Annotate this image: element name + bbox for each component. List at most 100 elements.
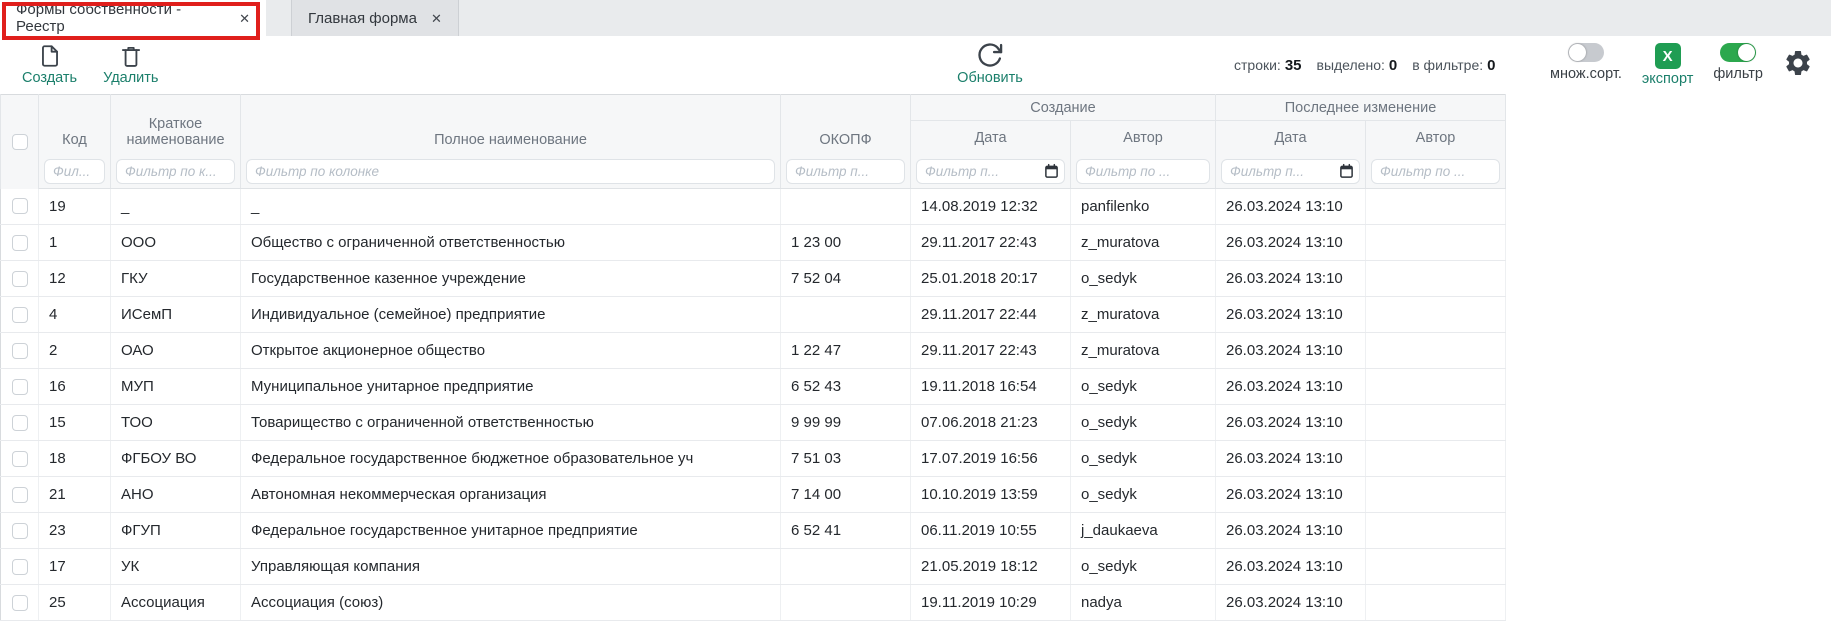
tab-main-form[interactable]: Главная форма ✕ [291,0,459,36]
new-document-icon [37,43,63,69]
cell-creation-date: 25.01.2018 20:17 [911,261,1071,297]
delete-button-label: Удалить [103,71,158,86]
tab-close-icon[interactable]: ✕ [239,12,250,25]
cell-modified-date: 26.03.2024 13:10 [1216,225,1366,261]
row-checkbox[interactable] [12,343,28,359]
cell-creation-date: 19.11.2018 16:54 [911,369,1071,405]
table-row[interactable]: 19 _ _ 14.08.2019 12:32 panfilenko 26.03… [1,189,1506,225]
table-row[interactable]: 21 АНО Автономная некоммерческая организ… [1,477,1506,513]
filter-input-code[interactable] [44,159,105,184]
cell-creation-author: o_sedyk [1071,549,1216,585]
cell-modified-author [1366,369,1506,405]
export-button[interactable]: X экспорт [1642,43,1693,87]
create-button[interactable]: Создать [22,43,77,86]
cell-code: 12 [39,261,111,297]
table-row[interactable]: 25 Ассоциация Ассоциация (союз) 19.11.20… [1,585,1506,621]
select-all-checkbox[interactable] [12,134,28,150]
filter-toggle[interactable]: фильтр [1713,43,1763,82]
filter-label: фильтр [1713,67,1763,82]
column-header-code[interactable]: Код [39,95,111,155]
column-header-creation-date[interactable]: Дата [911,121,1071,155]
row-checkbox[interactable] [12,559,28,575]
refresh-icon [976,41,1004,69]
row-checkbox[interactable] [12,595,28,611]
cell-modified-author [1366,261,1506,297]
cell-creation-date: 19.11.2019 10:29 [911,585,1071,621]
table-row[interactable]: 17 УК Управляющая компания 21.05.2019 18… [1,549,1506,585]
row-checkbox[interactable] [12,379,28,395]
row-checkbox[interactable] [12,415,28,431]
cell-okopf: 6 52 41 [781,513,911,549]
cell-full-name: Товарищество с ограниченной ответственно… [241,405,781,441]
tab-close-icon[interactable]: ✕ [431,12,442,25]
cell-code: 25 [39,585,111,621]
table-row[interactable]: 4 ИСемП Индивидуальное (семейное) предпр… [1,297,1506,333]
cell-creation-author: panfilenko [1071,189,1216,225]
row-checkbox[interactable] [12,235,28,251]
cell-code: 2 [39,333,111,369]
cell-creation-author: o_sedyk [1071,441,1216,477]
cell-creation-date: 21.05.2019 18:12 [911,549,1071,585]
table-row[interactable]: 2 ОАО Открытое акционерное общество 1 22… [1,333,1506,369]
column-header-modified-date[interactable]: Дата [1216,121,1366,155]
delete-button[interactable]: Удалить [103,43,158,86]
cell-short-name: _ [111,189,241,225]
row-checkbox[interactable] [12,198,28,214]
row-checkbox[interactable] [12,523,28,539]
column-header-okopf[interactable]: ОКОПФ [781,95,911,155]
cell-short-name: Ассоциация [111,585,241,621]
filter-input-short-name[interactable] [116,159,235,184]
cell-creation-date: 29.11.2017 22:43 [911,333,1071,369]
filter-input-creation-author[interactable] [1076,159,1210,184]
column-header-full-name[interactable]: Полное наименование [241,95,781,155]
refresh-button[interactable]: Обновить [948,41,1032,86]
table-row[interactable]: 12 ГКУ Государственное казенное учрежден… [1,261,1506,297]
cell-okopf [781,189,911,225]
group-header-last-modified: Последнее изменение [1216,95,1506,121]
cell-creation-author: nadya [1071,585,1216,621]
table-row[interactable]: 16 МУП Муниципальное унитарное предприят… [1,369,1506,405]
cell-short-name: ООО [111,225,241,261]
multisort-label: множ.сорт. [1550,67,1622,82]
cell-creation-author: o_sedyk [1071,369,1216,405]
export-label: экспорт [1642,72,1693,87]
table-row[interactable]: 18 ФГБОУ ВО Федеральное государственное … [1,441,1506,477]
toggle-off-switch-icon[interactable] [1568,43,1604,62]
row-checkbox[interactable] [12,271,28,287]
filter-input-okopf[interactable] [786,159,905,184]
cell-creation-author: z_muratova [1071,225,1216,261]
cell-okopf: 1 23 00 [781,225,911,261]
cell-modified-date: 26.03.2024 13:10 [1216,333,1366,369]
multisort-toggle[interactable]: множ.сорт. [1550,43,1622,82]
table-row[interactable]: 1 ООО Общество с ограниченной ответствен… [1,225,1506,261]
column-header-creation-author[interactable]: Автор [1071,121,1216,155]
filter-input-creation-date[interactable] [916,159,1065,184]
cell-modified-author [1366,585,1506,621]
column-header-short-name[interactable]: Краткое наименование [111,95,241,155]
cell-full-name: Федеральное государственное унитарное пр… [241,513,781,549]
table-row[interactable]: 23 ФГУП Федеральное государственное унит… [1,513,1506,549]
calendar-icon[interactable] [1044,164,1059,179]
tab-forms-registry[interactable]: Формы собственности - Реестр ✕ [0,0,266,36]
row-checkbox[interactable] [12,487,28,503]
calendar-icon[interactable] [1339,164,1354,179]
column-header-modified-author[interactable]: Автор [1366,121,1506,155]
row-checkbox[interactable] [12,307,28,323]
filter-input-full-name[interactable] [246,159,775,184]
cell-short-name: МУП [111,369,241,405]
excel-icon: X [1655,43,1681,69]
toggle-on-switch-icon[interactable] [1720,43,1756,62]
cell-creation-date: 17.07.2019 16:56 [911,441,1071,477]
cell-code: 4 [39,297,111,333]
row-checkbox[interactable] [12,451,28,467]
cell-code: 21 [39,477,111,513]
filter-input-modified-author[interactable] [1371,159,1500,184]
cell-short-name: ОАО [111,333,241,369]
trash-icon [118,43,144,69]
table-row[interactable]: 15 ТОО Товарищество с ограниченной ответ… [1,405,1506,441]
cell-modified-author [1366,477,1506,513]
cell-creation-date: 14.08.2019 12:32 [911,189,1071,225]
gear-icon[interactable] [1783,48,1813,78]
cell-full-name: Общество с ограниченной ответственностью [241,225,781,261]
toolbar: Создать Удалить Обновить строки:35 выдел… [0,36,1831,94]
